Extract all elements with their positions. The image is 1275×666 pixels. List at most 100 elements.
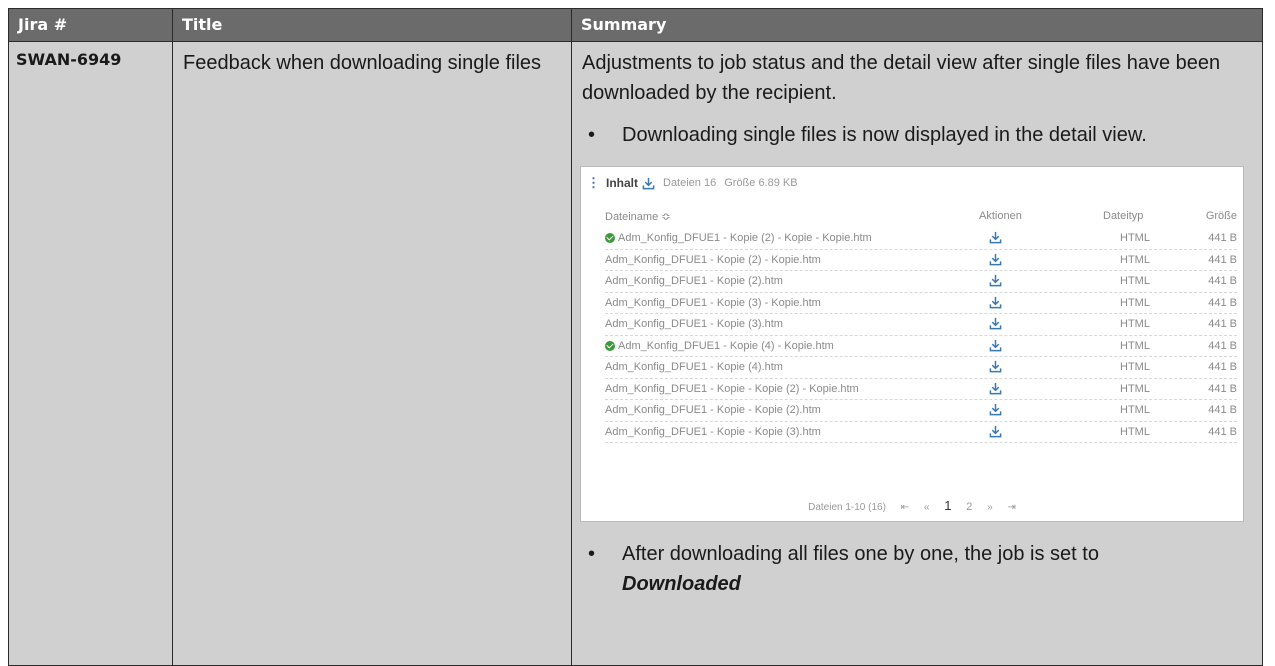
table-row: Adm_Konfig_DFUE1 - Kopie (3) - Kopie.htm…	[605, 293, 1237, 314]
file-name-cell: Adm_Konfig_DFUE1 - Kopie - Kopie (3).htm	[605, 426, 821, 438]
section-label: Inhalt	[606, 176, 638, 190]
content-header: ⋮ Inhalt Dateien 16 Größe 6.89 KB	[587, 175, 798, 191]
bullet-text-main: After downloading all files one by one, …	[622, 543, 1099, 565]
file-name-cell: Adm_Konfig_DFUE1 - Kopie (2) - Kopie.htm	[605, 254, 821, 266]
file-name: Adm_Konfig_DFUE1 - Kopie - Kopie (2).htm	[605, 404, 821, 416]
header-title: Title	[172, 8, 572, 42]
file-type: HTML	[1120, 425, 1150, 438]
file-size: 441 B	[1208, 382, 1237, 395]
jira-cell: SWAN-6949	[8, 41, 173, 666]
last-page-icon[interactable]: ⇥	[1008, 502, 1016, 513]
kebab-menu-icon[interactable]: ⋮	[587, 175, 600, 191]
check-circle-icon	[605, 233, 615, 243]
column-name[interactable]: Dateiname ≎	[605, 210, 670, 223]
file-list: Adm_Konfig_DFUE1 - Kopie (2) - Kopie - K…	[605, 228, 1237, 443]
file-name: Adm_Konfig_DFUE1 - Kopie (4).htm	[605, 361, 783, 373]
column-type: Dateityp	[1103, 210, 1144, 222]
header-summary: Summary	[571, 8, 1263, 42]
download-icon[interactable]	[989, 382, 1002, 395]
download-icon[interactable]	[989, 425, 1002, 438]
file-size: 441 B	[1208, 361, 1237, 373]
file-name-cell: Adm_Konfig_DFUE1 - Kopie - Kopie (2).htm	[605, 404, 821, 416]
file-name: Adm_Konfig_DFUE1 - Kopie - Kopie (2) - K…	[605, 382, 859, 395]
file-type: HTML	[1120, 339, 1150, 352]
release-notes-table: Jira # Title Summary SWAN-6949 Feedback …	[8, 8, 1263, 666]
issue-title: Feedback when downloading single files	[183, 52, 542, 74]
status-downloaded: Downloaded	[622, 573, 741, 595]
file-name-cell: Adm_Konfig_DFUE1 - Kopie (2) - Kopie - K…	[605, 232, 872, 244]
bullet-dot: •	[588, 543, 596, 565]
pagination: Dateien 1-10 (16) ⇤ « 1 2 » ⇥	[581, 498, 1243, 513]
file-size: 441 B	[1208, 339, 1237, 352]
table-row: Adm_Konfig_DFUE1 - Kopie (3).htm HTML 441 …	[605, 314, 1237, 336]
download-icon[interactable]	[989, 296, 1002, 309]
file-name: Adm_Konfig_DFUE1 - Kopie (3) - Kopie.htm	[605, 296, 821, 309]
bullet-text: After downloading all files one by one, …	[622, 539, 1099, 599]
download-icon[interactable]	[989, 360, 1002, 373]
file-name: Adm_Konfig_DFUE1 - Kopie - Kopie (3).htm	[605, 425, 821, 438]
column-actions: Aktionen	[979, 210, 1022, 222]
file-type: HTML	[1120, 296, 1150, 309]
bullet-item: • After downloading all files one by one…	[572, 539, 1262, 599]
file-type: HTML	[1120, 275, 1150, 287]
column-headers: Dateiname ≎ Aktionen Dateityp Größe	[605, 210, 1237, 226]
file-name-cell: Adm_Konfig_DFUE1 - Kopie (3) - Kopie.htm	[605, 297, 821, 309]
download-icon[interactable]	[642, 177, 655, 190]
file-type: HTML	[1120, 382, 1150, 395]
file-size: 441 B	[1208, 296, 1237, 309]
file-name: Adm_Konfig_DFUE1 - Kopie (2) - Kopie - K…	[618, 232, 872, 244]
table-row: Adm_Konfig_DFUE1 - Kopie - Kopie (2).htm…	[605, 400, 1237, 422]
file-type: HTML	[1120, 361, 1150, 373]
download-icon[interactable]	[989, 317, 1002, 330]
check-circle-icon	[605, 340, 615, 351]
file-type: HTML	[1120, 404, 1150, 416]
summary-intro: Adjustments to job status and the detail…	[582, 52, 1221, 104]
bullet-text: Downloading single files is now displaye…	[622, 124, 1147, 146]
page-2[interactable]: 2	[966, 501, 972, 513]
download-icon[interactable]	[989, 231, 1002, 244]
file-name: Adm_Konfig_DFUE1 - Kopie (3).htm	[605, 318, 783, 330]
file-size: 441 B	[1208, 318, 1237, 330]
file-type: HTML	[1120, 318, 1150, 330]
download-icon[interactable]	[989, 339, 1002, 352]
page-1[interactable]: 1	[944, 498, 951, 513]
bullet-dot: •	[588, 124, 596, 146]
files-count: Dateien 16	[663, 177, 717, 189]
download-icon[interactable]	[989, 274, 1002, 287]
title-cell: Feedback when downloading single files	[172, 41, 572, 666]
file-name: Adm_Konfig_DFUE1 - Kopie (2).htm	[605, 275, 783, 287]
embedded-screenshot: ⋮ Inhalt Dateien 16 Größe 6.89 KB Datein…	[580, 166, 1244, 522]
table-row: Adm_Konfig_DFUE1 - Kopie (4) - Kopie.htm…	[605, 336, 1237, 357]
next-page-icon[interactable]: »	[987, 502, 993, 513]
file-name-cell: Adm_Konfig_DFUE1 - Kopie (4).htm	[605, 361, 783, 373]
file-size: 441 B	[1208, 425, 1237, 438]
header-jira: Jira #	[8, 8, 173, 42]
header-row: Jira # Title Summary	[8, 8, 1263, 42]
download-icon[interactable]	[989, 253, 1002, 266]
prev-page-icon[interactable]: «	[924, 502, 930, 513]
file-name-cell: Adm_Konfig_DFUE1 - Kopie (3).htm	[605, 318, 783, 330]
file-size: 441 B	[1208, 253, 1237, 266]
table-row: Adm_Konfig_DFUE1 - Kopie - Kopie (3).htm…	[605, 422, 1237, 443]
bullet-item: • Downloading single files is now displa…	[572, 120, 1262, 150]
column-size: Größe	[1205, 210, 1237, 222]
file-size: 441 B	[1208, 232, 1237, 244]
file-name-cell: Adm_Konfig_DFUE1 - Kopie (4) - Kopie.htm	[605, 340, 834, 352]
file-size: 441 B	[1208, 275, 1237, 287]
file-name: Adm_Konfig_DFUE1 - Kopie (4) - Kopie.htm	[618, 339, 834, 352]
size-total: Größe 6.89 KB	[724, 177, 798, 189]
download-icon[interactable]	[989, 403, 1002, 416]
table-row: Adm_Konfig_DFUE1 - Kopie (2).htm HTML 441 …	[605, 271, 1237, 293]
file-name: Adm_Konfig_DFUE1 - Kopie (2) - Kopie.htm	[605, 253, 821, 266]
file-type: HTML	[1120, 253, 1150, 266]
first-page-icon[interactable]: ⇤	[901, 502, 909, 513]
table-row: Adm_Konfig_DFUE1 - Kopie (2) - Kopie.htm…	[605, 250, 1237, 271]
table-row: SWAN-6949 Feedback when downloading sing…	[8, 41, 1263, 666]
summary-cell: Adjustments to job status and the detail…	[571, 41, 1263, 666]
table-row: Adm_Konfig_DFUE1 - Kopie - Kopie (2) - K…	[605, 379, 1237, 400]
file-name-cell: Adm_Konfig_DFUE1 - Kopie - Kopie (2) - K…	[605, 383, 859, 395]
table-row: Adm_Konfig_DFUE1 - Kopie (2) - Kopie - K…	[605, 228, 1237, 250]
file-type: HTML	[1120, 232, 1150, 244]
jira-id: SWAN-6949	[16, 50, 122, 69]
file-size: 441 B	[1208, 404, 1237, 416]
